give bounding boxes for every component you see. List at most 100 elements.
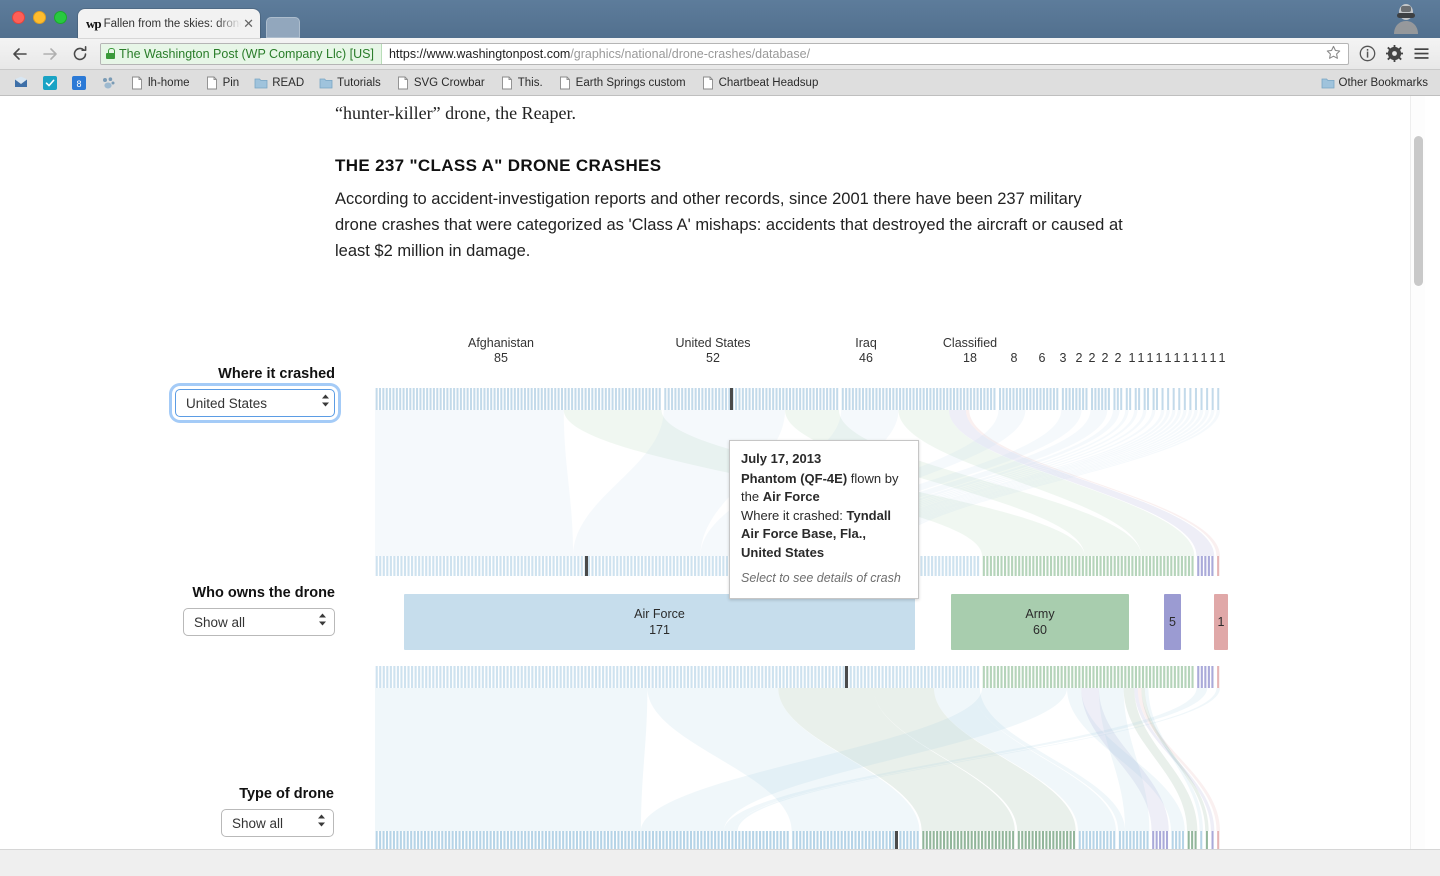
bookmark-label: SVG Crowbar xyxy=(413,76,485,89)
category-value: 1 xyxy=(1173,351,1181,365)
back-icon[interactable] xyxy=(10,44,30,64)
category-value: 1 xyxy=(1128,351,1136,365)
axis-top-cat-8[interactable]: 2 xyxy=(1089,351,1096,366)
bookmark-pin[interactable]: Pin xyxy=(199,74,246,92)
control-label: Where it crashed xyxy=(218,366,335,382)
axis-top-cat-10[interactable]: 2 xyxy=(1115,351,1122,366)
drone-type-select[interactable]: Show all xyxy=(221,809,334,837)
control-who-owns-the-drone: Who owns the drone Show all xyxy=(183,585,335,636)
close-window-button[interactable] xyxy=(12,11,25,24)
axis-top-cat-17[interactable]: 1 xyxy=(1183,351,1190,366)
category-value: 2 xyxy=(1101,351,1109,365)
axis-top-cat-6[interactable]: 3 xyxy=(1060,351,1067,366)
category-value: 1 xyxy=(1182,351,1190,365)
gear-icon[interactable] xyxy=(1386,45,1403,62)
axis-top-cat-7[interactable]: 2 xyxy=(1076,351,1083,366)
axis-top-cat-20[interactable]: 1 xyxy=(1210,351,1217,366)
bookmark-app-calendar[interactable]: 8 xyxy=(66,74,92,92)
window-controls[interactable] xyxy=(12,11,67,24)
tab-title: Fallen from the skies: drone xyxy=(103,17,242,30)
drone-type-select-wrapper[interactable]: Show all xyxy=(221,809,334,837)
bookmarks-bar: 8 lh-home Pin READ Tutorials SVG Crowbar… xyxy=(0,70,1440,96)
close-icon[interactable]: ✕ xyxy=(241,17,254,30)
owner-select[interactable]: Show all xyxy=(183,608,335,636)
axis-top-cat-5[interactable]: 6 xyxy=(1039,351,1046,366)
page-icon xyxy=(132,76,142,89)
bookmark-app-inbox[interactable] xyxy=(8,74,34,92)
bookmark-tutorials[interactable]: Tutorials xyxy=(313,74,387,92)
bookmark-lh-home[interactable]: lh-home xyxy=(124,74,196,92)
bookmark-svg-crowbar[interactable]: SVG Crowbar xyxy=(390,74,491,92)
where-crashed-select[interactable]: United States xyxy=(175,389,335,417)
axis-top-cat-18[interactable]: 1 xyxy=(1192,351,1199,366)
axis-top-cat-11[interactable]: 1 xyxy=(1129,351,1136,366)
category-value: 1 xyxy=(1164,351,1172,365)
axis-top-cat-2[interactable]: Iraq 46 xyxy=(855,336,877,366)
bar-army[interactable]: Army 60 xyxy=(951,594,1129,650)
category-value: 2 xyxy=(1075,351,1083,365)
axis-top-cat-4[interactable]: 8 xyxy=(1011,351,1018,366)
tooltip-hint: Select to see details of crash xyxy=(741,571,901,585)
lead-paragraph-tail: “hunter-killer” drone, the Reaper. xyxy=(335,103,577,123)
minimize-window-button[interactable] xyxy=(33,11,46,24)
axis-top-cat-1[interactable]: United States 52 xyxy=(675,336,750,366)
title-bar: wp Fallen from the skies: drone ✕ xyxy=(0,0,1440,38)
bookmark-this[interactable]: This. xyxy=(494,74,549,92)
category-value: 1 xyxy=(1146,351,1154,365)
axis-top-cat-13[interactable]: 1 xyxy=(1147,351,1154,366)
axis-top-cat-0[interactable]: Afghanistan 85 xyxy=(468,336,534,366)
axis-top-cat-14[interactable]: 1 xyxy=(1156,351,1163,366)
star-icon[interactable] xyxy=(1319,45,1348,63)
page-scrollbar[interactable] xyxy=(1410,96,1425,875)
washington-post-favicon: wp xyxy=(86,15,102,31)
axis-top-cat-15[interactable]: 1 xyxy=(1165,351,1172,366)
tooltip-operator: Air Force xyxy=(762,489,820,504)
site-identity-label: The Washington Post (WP Company Llc) [US… xyxy=(119,46,374,61)
axis-top-cat-3[interactable]: Classified 18 xyxy=(943,336,997,366)
bar-air-force[interactable]: Air Force 171 xyxy=(404,594,915,650)
bookmark-chartbeat-headsup[interactable]: Chartbeat Headsup xyxy=(695,74,825,92)
page-title: THE 237 "CLASS A" DRONE CRASHES xyxy=(335,156,662,176)
axis-top-cat-16[interactable]: 1 xyxy=(1174,351,1181,366)
address-bar[interactable]: The Washington Post (WP Company Llc) [US… xyxy=(100,42,1349,65)
bookmark-label: Tutorials xyxy=(337,76,381,89)
lock-icon xyxy=(106,48,115,59)
bookmark-app-paws[interactable] xyxy=(95,74,121,92)
bar-label: Air Force xyxy=(634,607,685,621)
tab-active[interactable]: wp Fallen from the skies: drone ✕ xyxy=(78,9,260,38)
menu-icon[interactable] xyxy=(1413,45,1430,62)
folder-icon xyxy=(319,78,333,88)
scrollbar-thumb[interactable] xyxy=(1414,136,1423,286)
owner-select-wrapper[interactable]: Show all xyxy=(183,608,335,636)
bar-navy[interactable]: 5 xyxy=(1164,594,1181,650)
axis-top-cat-12[interactable]: 1 xyxy=(1138,351,1145,366)
category-name: United States xyxy=(675,336,751,350)
axis-top-cat-21[interactable]: 1 xyxy=(1219,351,1226,366)
axis-top-cat-9[interactable]: 2 xyxy=(1102,351,1109,366)
bookmark-label: This. xyxy=(517,76,543,89)
incognito-avatar-icon[interactable] xyxy=(1388,2,1424,36)
folder-icon xyxy=(254,78,268,88)
maximize-window-button[interactable] xyxy=(54,11,67,24)
calendar-icon: 8 xyxy=(72,75,86,90)
forward-icon[interactable] xyxy=(40,44,60,64)
bookmark-earth-springs[interactable]: Earth Springs custom xyxy=(552,74,692,92)
bookmark-read[interactable]: READ xyxy=(248,74,310,92)
where-crashed-select-wrapper[interactable]: United States xyxy=(172,386,338,420)
reload-icon[interactable] xyxy=(70,44,90,64)
category-name: Iraq xyxy=(855,336,877,350)
bar-marines[interactable]: 1 xyxy=(1214,594,1228,650)
flow-ribbons-bottom[interactable] xyxy=(375,666,1220,851)
parallel-sets-chart: Afghanistan 85 United States 52 Iraq 46 … xyxy=(0,336,1425,875)
page-viewport: “hunter-killer” drone, the Reaper. THE 2… xyxy=(0,96,1440,875)
site-identity-chip[interactable]: The Washington Post (WP Company Llc) [US… xyxy=(101,43,382,64)
info-icon[interactable] xyxy=(1359,45,1376,62)
tooltip-drone: Phantom (QF-4E) xyxy=(741,470,848,486)
new-tab-button[interactable] xyxy=(266,17,300,38)
axis-top-cat-19[interactable]: 1 xyxy=(1201,351,1208,366)
page-icon xyxy=(501,76,512,89)
bookmark-app-check[interactable] xyxy=(37,74,63,92)
other-bookmarks-folder[interactable]: Other Bookmarks xyxy=(1315,74,1432,92)
bookmark-label: Chartbeat Headsup xyxy=(718,76,819,89)
category-value: 18 xyxy=(963,351,977,365)
